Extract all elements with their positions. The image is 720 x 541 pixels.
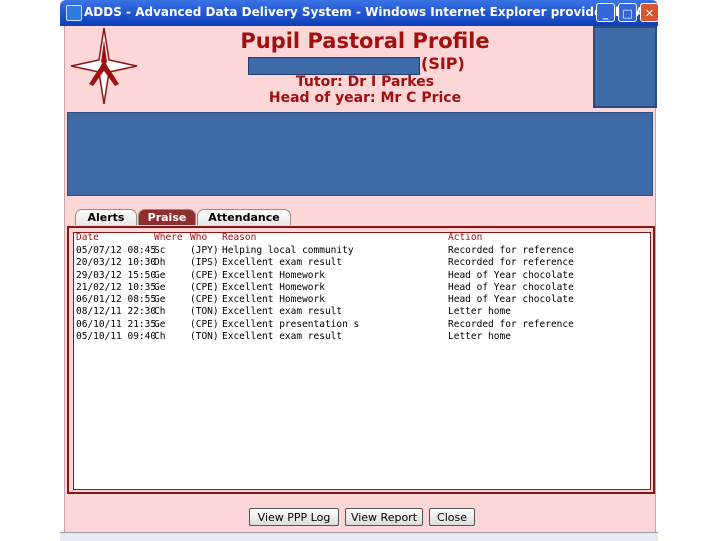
column-action: Action: [448, 232, 483, 243]
tutor-label: Tutor: Dr I Parkes: [295, 74, 435, 90]
redacted-info-panel: [67, 112, 653, 196]
column-where: Where: [154, 232, 183, 243]
pupil-header: Pupil Pastoral Profile (SIP) Tutor: Dr I…: [215, 28, 515, 106]
list-item[interactable]: 06/01/12 08:55 Ge (CPE) Excellent Homework H…: [74, 294, 650, 306]
browser-window: ADDS - Advanced Data Delivery System - W…: [60, 0, 720, 540]
praise-list[interactable]: Date Where Who Reason Action 05/07/12 08…: [73, 232, 651, 490]
maximize-button[interactable]: □: [618, 3, 637, 22]
list-item[interactable]: 05/10/11 09:40 Ch (TON) Excellent exam resu…: [74, 331, 650, 343]
school-logo-compass-icon: [70, 27, 138, 105]
close-window-button[interactable]: ✕: [640, 3, 659, 22]
view-ppp-log-button[interactable]: View PPP Log: [249, 508, 339, 526]
list-item[interactable]: 20/03/12 10:30 Dh (IPS) Excellent exam resu…: [74, 257, 650, 269]
tab-attendance[interactable]: Attendance: [197, 209, 291, 225]
tab-praise[interactable]: Praise: [138, 209, 196, 225]
list-item[interactable]: 29/03/12 15:50 Ge (CPE) Excellent Homework H…: [74, 270, 650, 282]
praise-list-panel: Date Where Who Reason Action 05/07/12 08…: [67, 226, 655, 494]
list-item[interactable]: 05/07/12 08:45 Sc (JPY) Helping local commu…: [74, 245, 650, 257]
list-item[interactable]: 21/02/12 10:35 Ge (CPE) Excellent Homework H…: [74, 282, 650, 294]
pupil-name-row: (SIP): [215, 54, 515, 75]
close-button[interactable]: Close: [429, 508, 475, 526]
list-header: Date Where Who Reason Action: [74, 233, 650, 243]
tab-alerts[interactable]: Alerts: [75, 209, 137, 225]
redacted-pupil-name: [248, 57, 420, 75]
page-content: Pupil Pastoral Profile (SIP) Tutor: Dr I…: [64, 26, 657, 532]
column-who: Who: [190, 232, 208, 243]
head-of-year-label: Head of year: Mr C Price: [268, 90, 462, 106]
minimize-button[interactable]: _: [596, 3, 615, 22]
column-date: Date: [76, 232, 99, 243]
column-reason: Reason: [222, 232, 257, 243]
redacted-pupil-photo: [593, 26, 657, 108]
sip-label: (SIP): [421, 54, 465, 73]
page-title: Pupil Pastoral Profile: [240, 29, 490, 53]
list-rows: 05/07/12 08:45 Sc (JPY) Helping local commu…: [74, 245, 650, 343]
button-bar: View PPP Log View Report Close: [65, 508, 655, 530]
list-item[interactable]: 06/10/11 21:35 Ge (CPE) Excellent presentat…: [74, 319, 650, 331]
ie-icon: [66, 5, 82, 21]
title-bar: ADDS - Advanced Data Delivery System - W…: [60, 0, 720, 26]
list-item[interactable]: 08/12/11 22:30 Ch (TON) Excellent exam resu…: [74, 306, 650, 318]
view-report-button[interactable]: View Report: [345, 508, 423, 526]
